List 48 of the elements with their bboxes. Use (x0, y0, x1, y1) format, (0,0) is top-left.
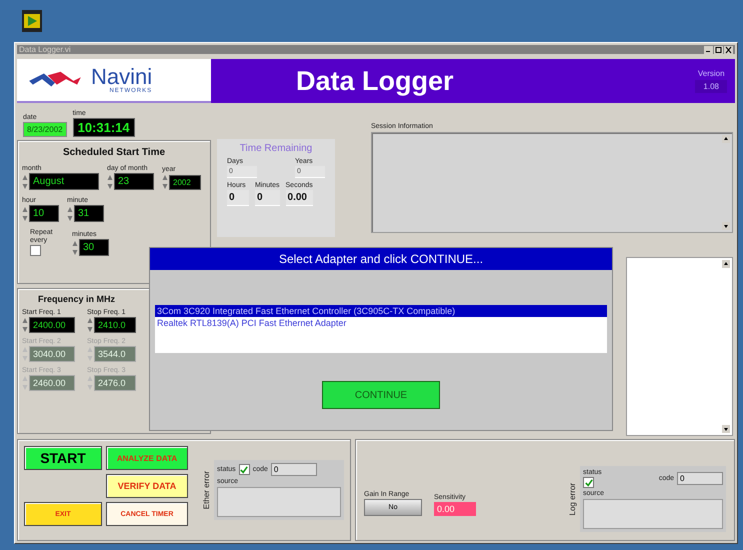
value-display: 0 (227, 190, 249, 206)
numeric-field[interactable]: August (29, 173, 99, 190)
source-field[interactable] (583, 499, 723, 529)
log-field[interactable] (626, 256, 733, 436)
status-checkbox[interactable] (583, 477, 594, 488)
code-field[interactable]: 0 (270, 463, 317, 476)
dialog-title: Select Adapter and click CONTINUE... (150, 248, 612, 270)
version-label: Version (698, 69, 725, 78)
action-button[interactable]: VERIFY DATA (106, 474, 188, 498)
session-info-field[interactable] (371, 132, 733, 233)
adapter-item[interactable]: 3Com 3C920 Integrated Fast Ethernet Controller (3C905C-TX Compatible) (155, 305, 607, 317)
panel-title: Frequency in MHz (37, 294, 116, 304)
close-icon[interactable] (724, 46, 733, 54)
sensitivity-display: 0.00 (434, 502, 476, 516)
numeric-field[interactable]: 23 (114, 173, 154, 190)
adapter-list[interactable]: 3Com 3C920 Integrated Fast Ethernet Controller (3C905C-TX Compatible) Realtek RTL8139(A) PCI Fast Ethernet Adapter (155, 305, 607, 353)
value-display: 0.00 (286, 190, 313, 206)
scroll-down-icon[interactable] (722, 425, 730, 433)
minimize-icon[interactable] (704, 46, 713, 54)
panel-title: Time Remaining (238, 143, 314, 154)
scroll-up-icon[interactable] (722, 260, 730, 268)
source-field[interactable] (217, 487, 341, 517)
numeric-field[interactable]: 30 (79, 239, 109, 256)
window-title: Data Logger.vi (19, 45, 71, 54)
time-display: 10:31:14 (72, 118, 135, 137)
numeric-field[interactable]: 2002 (169, 174, 201, 190)
status-checkbox[interactable] (238, 464, 250, 475)
scroll-up-icon[interactable] (722, 135, 730, 143)
cluster-label: Log error (568, 482, 577, 516)
numeric-field[interactable]: 2410.0 (94, 317, 136, 333)
version-value: 1.08 (695, 80, 727, 93)
continue-button[interactable]: CONTINUE (322, 381, 440, 409)
numeric-field[interactable]: 10 (29, 205, 59, 222)
code-field[interactable]: 0 (677, 472, 723, 485)
panel-title: Scheduled Start Time (62, 147, 166, 158)
maximize-icon[interactable] (714, 46, 723, 54)
action-button[interactable]: START (24, 446, 102, 470)
logo-text: Navini (91, 66, 152, 88)
date-display: 8/23/2002 (23, 122, 67, 137)
numeric-field[interactable]: 31 (74, 205, 104, 222)
numeric-field[interactable]: 2400.00 (29, 317, 75, 333)
cluster-label: Ether error (202, 470, 211, 510)
repeat-checkbox[interactable] (30, 245, 41, 256)
app-title: Data Logger (296, 66, 454, 96)
value-display: 0 (255, 190, 280, 206)
adapter-item[interactable]: Realtek RTL8139(A) PCI Fast Ethernet Adapter (155, 317, 607, 329)
program-icon[interactable] (22, 10, 42, 32)
scroll-down-icon[interactable] (722, 222, 730, 230)
